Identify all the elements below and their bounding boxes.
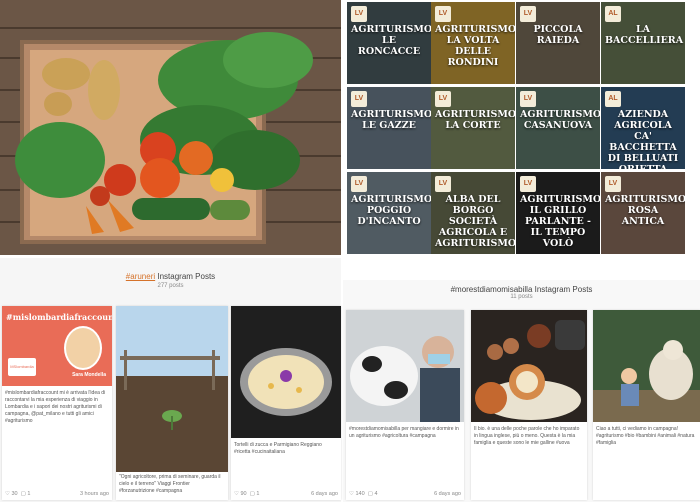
comment-count: 1 — [256, 491, 260, 497]
instagram-post-card[interactable]: Ciao a tutti, ci vediamo in campagna! #a… — [593, 310, 700, 500]
post-caption: "Ogni agricoltore, prima di seminare, gu… — [119, 474, 221, 494]
post-count: 277 posts — [157, 283, 184, 289]
agriturismo-tile[interactable]: LV Piccola Raieda — [516, 2, 600, 84]
field-seedling-photo — [116, 306, 228, 472]
agriturismo-tile[interactable]: AL La Baccelliera — [601, 2, 685, 84]
tile-logo-icon: LV — [351, 91, 367, 107]
agriturismo-tile[interactable]: LV Agriturismo La Volta delle Rondini — [431, 2, 515, 84]
tile-logo-icon: LV — [520, 91, 536, 107]
agriturismo-tile[interactable]: LV Agriturismo Il Grillo Parlante - Il Te… — [516, 172, 600, 254]
post-banner-text: #mislombardiafraccount — [6, 312, 112, 322]
post-image — [346, 310, 464, 422]
tile-title: La Baccelliera — [605, 24, 684, 46]
agriturismi-grid: LV Agriturismo Le Roncacce LV Agriturismo L… — [343, 0, 700, 255]
tile-logo-icon: LV — [435, 176, 451, 192]
post-image — [231, 306, 341, 438]
tile-title: Agriturismo La Volta delle Rondini — [435, 24, 515, 68]
heart-icon[interactable]: ♡ — [5, 491, 10, 497]
child-and-dog-photo — [593, 310, 700, 422]
eggs-and-onions-photo — [471, 310, 587, 422]
post-image — [116, 306, 228, 472]
post-caption: Tortelli di zucca e Parmigiano Reggiano … — [234, 442, 322, 455]
post-caption: Ciao a tutti, ci vediamo in campagna! #a… — [596, 426, 695, 446]
agriturismo-tile[interactable]: LV Agriturismo Le Gazze — [347, 87, 431, 169]
instagram-panel-left: #aruneri Instagram Posts 277 posts #misl… — [0, 258, 341, 502]
post-meta: ♡ 140 ▢ 4 6 days ago — [349, 491, 461, 497]
post-image: #mislombardiafraccount Sara Mondella MSl… — [2, 306, 112, 386]
like-count: 140 — [355, 491, 365, 497]
post-caption: #morestdiamomisabilla per mangiare e dor… — [349, 426, 459, 439]
post-count: 11 posts — [510, 294, 533, 300]
agriturismo-tile[interactable]: LV Agriturismo Le Roncacce — [347, 2, 431, 84]
tile-title: Agriturismo Le Gazze — [351, 109, 431, 131]
instagram-panel-right: #morestdiamomisabilla Instagram Posts 11… — [343, 280, 700, 502]
comment-count: 4 — [374, 491, 378, 497]
tile-title: Agriturismo Poggio d'Incanto — [351, 194, 431, 227]
vegetable-box-illustration — [0, 0, 341, 255]
tile-title: Alba del Borgo Società Agricola e Agritu… — [435, 194, 515, 249]
post-image — [471, 310, 587, 422]
post-name: Sara Mondella — [72, 372, 106, 378]
like-count: 90 — [240, 491, 247, 497]
post-meta: ♡ 30 ▢ 1 3 hours ago — [5, 491, 109, 497]
brand-logo: MSlombardia — [8, 358, 36, 376]
tile-logo-icon: LV — [520, 6, 536, 22]
tile-title: Agriturismo Il Grillo Parlante - Il Temp… — [520, 194, 600, 249]
instagram-post-card[interactable]: Il bio. è una delle poche parole che ho … — [471, 310, 587, 500]
hashtag-link[interactable]: #aruneri — [126, 272, 155, 281]
agriturismo-tile[interactable]: LV Agriturismo Casanuova — [516, 87, 600, 169]
heart-icon[interactable]: ♡ — [234, 491, 239, 497]
heart-icon[interactable]: ♡ — [349, 491, 354, 497]
instagram-post-card[interactable]: "Ogni agricoltore, prima di seminare, gu… — [116, 306, 228, 500]
post-timestamp: 6 days ago — [434, 491, 461, 497]
agriturismo-tile[interactable]: LV Agriturismo La Corte — [431, 87, 515, 169]
post-meta: ♡ 90 ▢ 1 6 days ago — [234, 491, 338, 497]
instagram-post-card[interactable]: #morestdiamomisabilla per mangiare e dor… — [346, 310, 464, 500]
like-count: 30 — [11, 491, 18, 497]
post-timestamp: 6 days ago — [311, 491, 338, 497]
instagram-panel-title: #morestdiamomisabilla Instagram Posts — [450, 285, 593, 294]
post-caption: Il bio. è una delle poche parole che ho … — [474, 426, 580, 446]
tile-logo-icon: LV — [520, 176, 536, 192]
agriturismo-tile[interactable]: LV Agriturismo Poggio d'Incanto — [347, 172, 431, 254]
tile-logo-icon: AL — [605, 6, 621, 22]
tile-logo-icon: LV — [351, 6, 367, 22]
comment-icon[interactable]: ▢ — [21, 491, 26, 497]
comment-count: 1 — [27, 491, 31, 497]
tile-title: Agriturismo Casanuova — [520, 109, 600, 131]
comment-icon[interactable]: ▢ — [250, 491, 255, 497]
tile-logo-icon: LV — [605, 176, 621, 192]
comment-icon[interactable]: ▢ — [368, 491, 373, 497]
tile-logo-icon: LV — [351, 176, 367, 192]
tile-title: Agriturismo Le Roncacce — [351, 24, 431, 57]
tile-logo-icon: LV — [435, 91, 451, 107]
risotto-dish-photo — [231, 306, 341, 438]
tile-logo-icon: AL — [605, 91, 621, 107]
instagram-post-card[interactable]: #mislombardiafraccount Sara Mondella MSl… — [2, 306, 112, 500]
instagram-panel-title: #aruneri Instagram Posts — [0, 272, 341, 281]
tile-title: Agriturismo Rosa Antica — [605, 194, 685, 227]
post-caption: #mislombardiafraccount mi è arrivata l'i… — [5, 390, 106, 424]
agriturismo-tile[interactable]: LV Agriturismo Rosa Antica — [601, 172, 685, 254]
title-suffix: Instagram Posts — [155, 272, 216, 281]
tile-title: Piccola Raieda — [533, 24, 583, 46]
tile-title: Agriturismo La Corte — [435, 109, 515, 131]
post-image — [593, 310, 700, 422]
tile-title: Azienda Agricola Ca' Bacchetta di Bellua… — [607, 109, 679, 169]
instagram-post-card[interactable]: Tortelli di zucca e Parmigiano Reggiano … — [231, 306, 341, 500]
farmer-with-cow-photo — [346, 310, 464, 422]
post-timestamp: 3 hours ago — [79, 491, 109, 497]
agriturismo-tile[interactable]: AL Azienda Agricola Ca' Bacchetta di Bell… — [601, 87, 685, 169]
hero-photo — [0, 0, 341, 255]
tile-logo-icon: LV — [435, 6, 451, 22]
avatar — [64, 326, 102, 370]
agriturismo-tile[interactable]: LV Alba del Borgo Società Agricola e Agri… — [431, 172, 515, 254]
